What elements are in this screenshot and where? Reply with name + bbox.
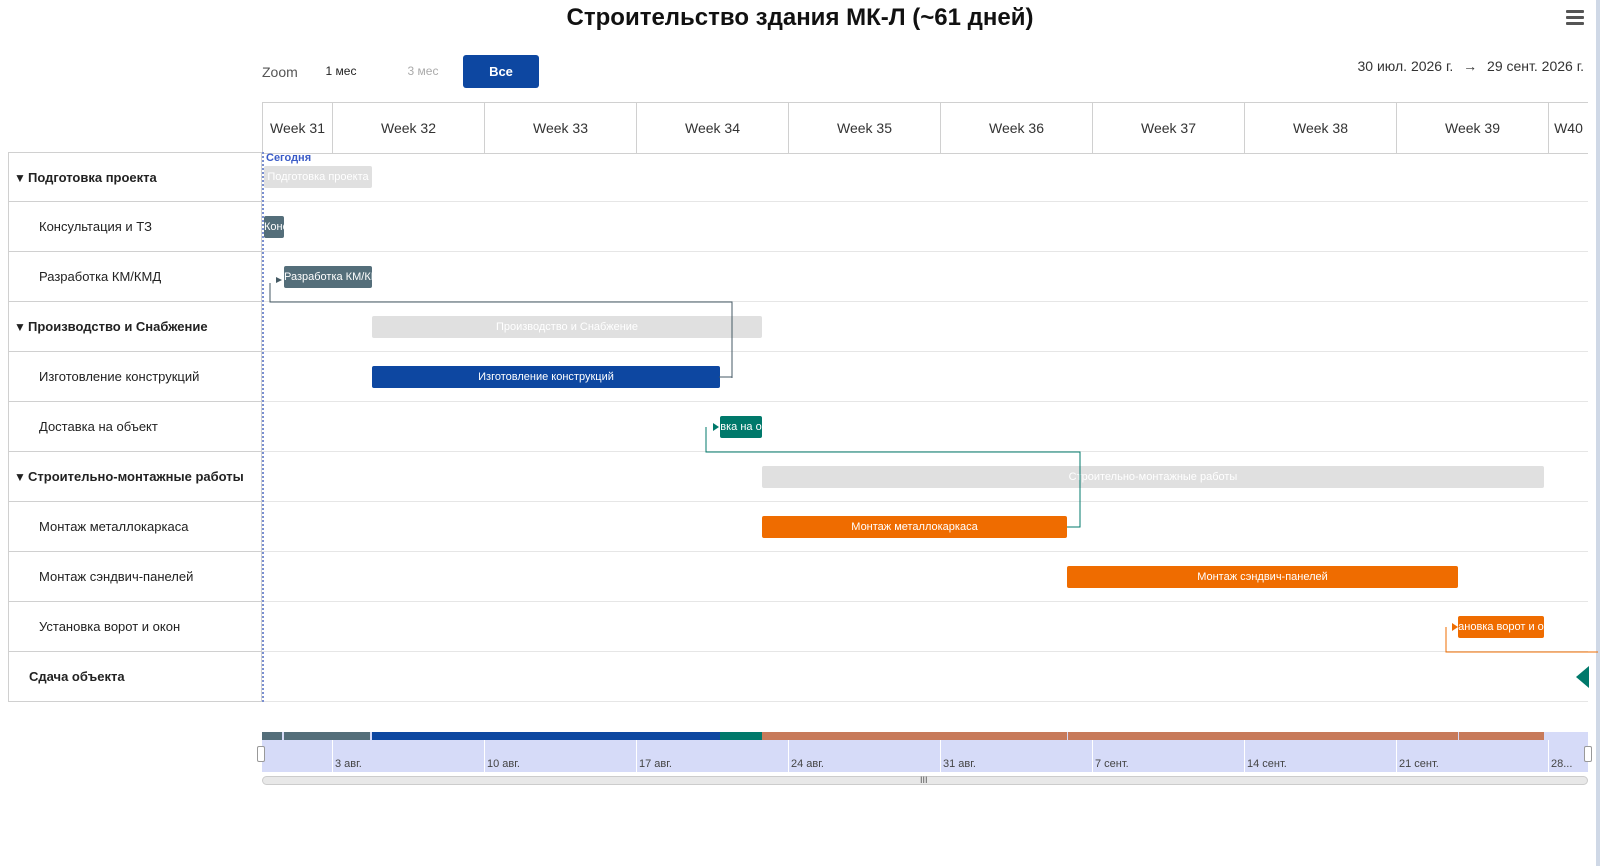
navigator[interactable]: 3 авг. 10 авг. 17 авг. 24 авг. 31 авг. 7…	[262, 732, 1588, 772]
row-divider	[262, 551, 1588, 552]
navigator-date-label: 10 авг.	[487, 758, 520, 770]
navigator-tick	[1396, 740, 1397, 772]
chart-title: Строительство здания МК-Л (~61 дней)	[566, 4, 1034, 31]
row-divider	[262, 451, 1588, 452]
gantt-bar[interactable]: Конс	[264, 216, 284, 238]
gantt-bar-summary[interactable]: Строительно-монтажные работы	[762, 466, 1544, 488]
week-header-cell: Week 32	[332, 103, 484, 153]
navigator-left-handle[interactable]	[257, 746, 265, 762]
week-header-cell: Week 33	[484, 103, 636, 153]
task-name: Подготовка проекта	[28, 170, 157, 185]
task-row[interactable]: Установка ворот и окон	[8, 602, 262, 652]
task-row[interactable]: Монтаж сэндвич-панелей	[8, 552, 262, 602]
navigator-tick	[788, 740, 789, 772]
navigator-series-bar	[262, 732, 282, 740]
navigator-series-bar	[1068, 732, 1458, 740]
navigator-tick	[332, 740, 333, 772]
gantt-bar[interactable]: вка на о	[720, 416, 762, 438]
gantt-bar[interactable]: Разработка КМ/КМ	[284, 266, 372, 288]
navigator-right-handle[interactable]	[1584, 746, 1592, 762]
task-name: Сдача объекта	[29, 669, 125, 684]
task-name: Доставка на объект	[39, 419, 158, 434]
date-range: 30 июл. 2026 г. → 29 сент. 2026 г.	[1358, 58, 1584, 74]
row-divider	[262, 651, 1588, 652]
week-header: Week 31 Week 32 Week 33 Week 34 Week 35 …	[262, 102, 1588, 154]
navigator-date-label: 31 авг.	[943, 758, 976, 770]
triangle-down-icon[interactable]: ▼	[14, 153, 28, 203]
task-row[interactable]: Консультация и ТЗ	[8, 202, 262, 252]
gantt-bar-summary[interactable]: Подготовка проекта	[264, 166, 372, 188]
zoom-3-months-button[interactable]: 3 мес	[398, 55, 448, 88]
navigator-tick	[1548, 740, 1549, 772]
week-header-cell: Week 37	[1092, 103, 1244, 153]
task-name: Разработка КМ/КМД	[39, 269, 162, 284]
task-row[interactable]: Изготовление конструкций	[8, 352, 262, 402]
row-divider	[262, 351, 1588, 352]
week-header-cell: Week 36	[940, 103, 1092, 153]
gantt-bar[interactable]: Изготовление конструкций	[372, 366, 720, 388]
task-row[interactable]: Монтаж металлокаркаса	[8, 502, 262, 552]
row-divider	[262, 401, 1588, 402]
task-name: Изготовление конструкций	[39, 369, 200, 384]
task-row-group[interactable]: ▼ Подготовка проекта	[8, 152, 262, 202]
week-header-cell: Week 31	[262, 103, 332, 153]
navigator-date-label: 7 сент.	[1095, 758, 1129, 770]
today-label: Сегодня	[266, 152, 312, 164]
row-divider	[262, 201, 1588, 202]
date-range-start[interactable]: 30 июл. 2026 г.	[1358, 58, 1454, 74]
triangle-down-icon[interactable]: ▼	[14, 302, 28, 352]
week-header-cell: Week 35	[788, 103, 940, 153]
task-row-milestone[interactable]: Сдача объекта	[8, 652, 262, 702]
navigator-date-label: 28...	[1551, 758, 1573, 770]
navigator-date-label: 24 авг.	[791, 758, 824, 770]
gantt-bar[interactable]: ановка ворот и о	[1458, 616, 1544, 638]
task-row-group[interactable]: ▼ Производство и Снабжение	[8, 302, 262, 352]
week-header-cell: Week 39	[1396, 103, 1548, 153]
task-name: Консультация и ТЗ	[39, 219, 152, 234]
week-header-cell: Week 34	[636, 103, 788, 153]
hamburger-menu-icon[interactable]	[1566, 10, 1584, 26]
task-row-group[interactable]: ▼ Строительно-монтажные работы	[8, 452, 262, 502]
gantt-bar-summary[interactable]: Производство и Снабжение	[372, 316, 762, 338]
task-row[interactable]: Разработка КМ/КМД	[8, 252, 262, 302]
triangle-down-icon[interactable]: ▼	[14, 452, 28, 502]
row-divider	[262, 701, 1588, 702]
task-name: Монтаж металлокаркаса	[39, 519, 189, 534]
gantt-chart-area: Подготовка проекта Конс Разработка КМ/КМ…	[262, 152, 1588, 702]
date-range-end[interactable]: 29 сент. 2026 г.	[1487, 58, 1584, 74]
week-header-cell: Week 38	[1244, 103, 1396, 153]
row-divider	[262, 251, 1588, 252]
row-divider	[262, 601, 1588, 602]
scrollbar-grip-icon[interactable]: III	[920, 776, 928, 785]
navigator-date-label: 17 авг.	[639, 758, 672, 770]
today-marker-line	[262, 152, 264, 702]
navigator-series-bar	[762, 732, 1067, 740]
week-header-cell: W40	[1548, 103, 1588, 153]
navigator-tick	[636, 740, 637, 772]
navigator-date-label: 14 сент.	[1247, 758, 1287, 770]
task-row[interactable]: Доставка на объект	[8, 402, 262, 452]
navigator-date-label: 3 авг.	[335, 758, 362, 770]
navigator-tick	[1092, 740, 1093, 772]
task-name: Производство и Снабжение	[28, 319, 208, 334]
row-divider	[262, 501, 1588, 502]
zoom-all-button[interactable]: Все	[463, 55, 539, 88]
row-divider	[262, 301, 1588, 302]
navigator-series-bar	[720, 732, 762, 740]
navigator-tick	[1244, 740, 1245, 772]
zoom-1-month-button[interactable]: 1 мес	[316, 55, 366, 88]
zoom-label: Zoom	[262, 64, 298, 80]
navigator-date-label: 21 сент.	[1399, 758, 1439, 770]
navigator-series-bar	[1459, 732, 1544, 740]
task-name: Установка ворот и окон	[39, 619, 181, 634]
task-name: Строительно-монтажные работы	[28, 469, 244, 484]
gantt-bar[interactable]: Монтаж металлокаркаса	[762, 516, 1067, 538]
navigator-series-bar	[284, 732, 370, 740]
arrow-right-icon: →	[1463, 58, 1478, 74]
gantt-bar[interactable]: Монтаж сэндвич-панелей	[1067, 566, 1458, 588]
navigator-tick	[940, 740, 941, 772]
navigator-tick	[484, 740, 485, 772]
task-name: Монтаж сэндвич-панелей	[39, 569, 194, 584]
navigator-series-bar	[372, 732, 720, 740]
